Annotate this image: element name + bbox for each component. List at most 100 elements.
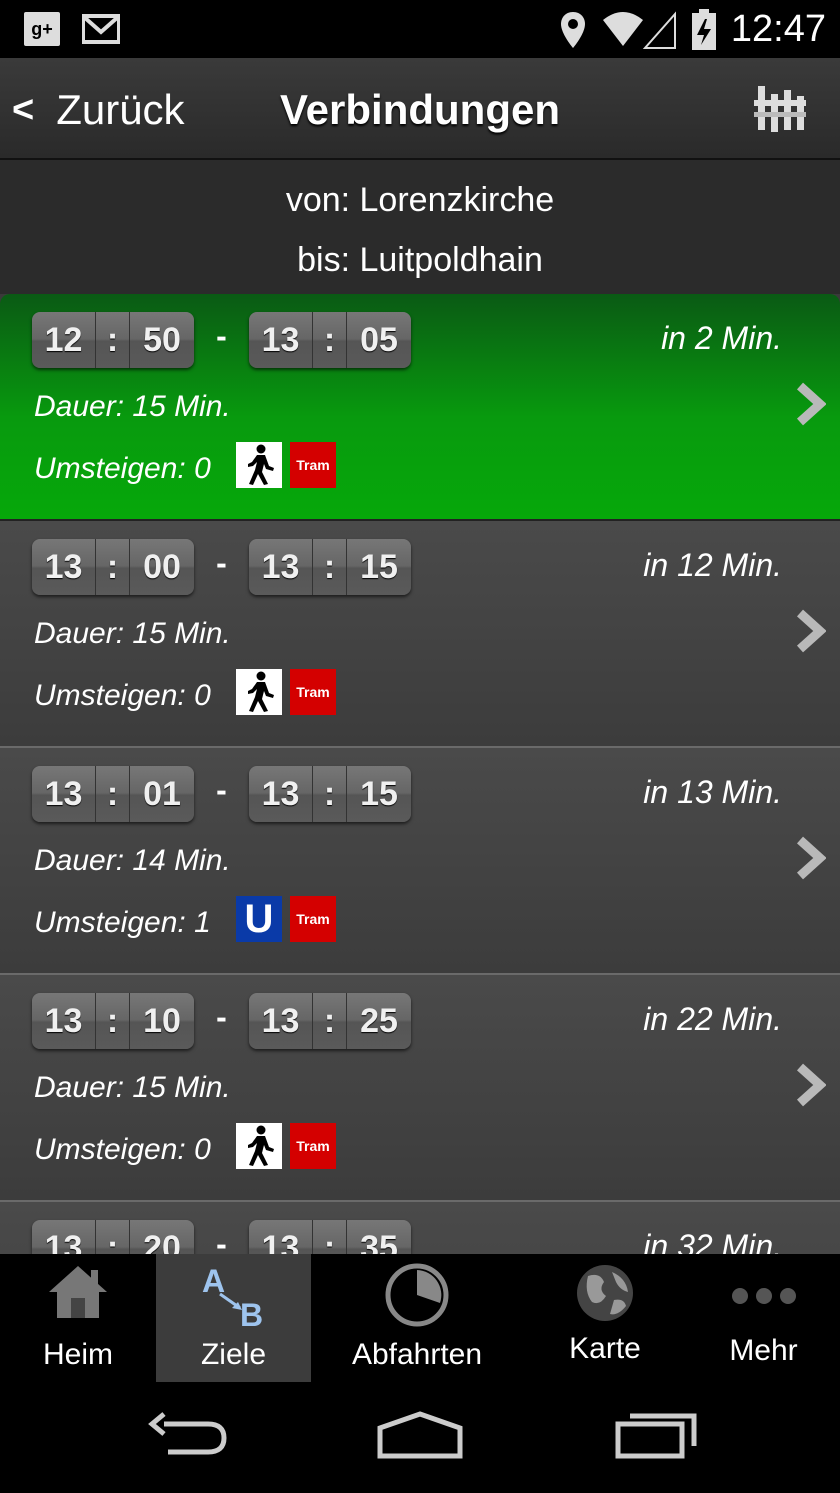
departure-time: 13 : 00 (32, 539, 194, 595)
departure-hour: 12 (32, 312, 96, 368)
time-separator: : (313, 312, 347, 368)
walk-icon (236, 442, 282, 488)
arrival-hour: 13 (249, 993, 313, 1049)
time-dash: - (216, 1225, 227, 1255)
tab-abfahrten[interactable]: Abfahrten (311, 1254, 523, 1382)
route-from: von: Lorenzkirche (285, 181, 555, 219)
time-range: 13 : 00 - 13 : 15 (32, 539, 411, 595)
wifi-signal-icon (602, 10, 676, 49)
tab-mehr[interactable]: Mehr (687, 1254, 840, 1382)
time-dash: - (216, 771, 227, 808)
departure-hour: 13 (32, 1220, 96, 1254)
transport-modes: U Tram (236, 896, 336, 942)
walk-icon (236, 669, 282, 715)
tab-ziele[interactable]: A B Ziele (156, 1254, 311, 1382)
arrival-minute: 35 (360, 1228, 398, 1255)
departure-time: 13 : 10 (32, 993, 194, 1049)
nav-recents-icon[interactable] (614, 1410, 698, 1460)
arrival-time: 13 : 15 (249, 539, 411, 595)
status-time: 12:47 (730, 8, 826, 50)
tab-label: Karte (569, 1332, 641, 1365)
globe-icon (577, 1265, 633, 1321)
route-to: bis: Luitpoldhain (297, 241, 543, 279)
time-separator: : (313, 1220, 347, 1254)
connection-item[interactable]: 13 : 01 - 13 : 15 in 13 Min. Dauer: 14 M… (0, 748, 840, 975)
nav-home-icon[interactable] (376, 1410, 464, 1460)
duration: Dauer: 15 Min. (34, 617, 231, 650)
departure-minute: 00 (143, 547, 181, 586)
time-range: 12 : 50 - 13 : 05 (32, 312, 411, 368)
transfers: Umsteigen: 1 (34, 906, 211, 939)
time-separator: : (313, 766, 347, 822)
arrival-time: 13 : 15 (249, 766, 411, 822)
gmail-icon (82, 14, 120, 44)
time-dash: - (216, 998, 227, 1035)
arrival-minute: 15 (360, 547, 398, 586)
time-range: 13 : 10 - 13 : 25 (32, 993, 411, 1049)
google-plus-icon: g+ (24, 12, 60, 46)
transport-modes: Tram (236, 1123, 336, 1169)
bottom-tab-bar: Heim A B Ziele Abfahrten Karte Mehr (0, 1254, 840, 1382)
arrival-hour: 13 (249, 312, 313, 368)
arrival-hour: 13 (249, 766, 313, 822)
route-info: von: Lorenzkirche bis: Luitpoldhain (0, 160, 840, 294)
transfers: Umsteigen: 0 (34, 1133, 211, 1166)
duration: Dauer: 15 Min. (34, 1071, 231, 1104)
transfers: Umsteigen: 0 (34, 452, 211, 485)
arrival-minute: 15 (360, 774, 398, 813)
filter-settings-icon[interactable] (752, 80, 808, 136)
connection-item[interactable]: 13 : 10 - 13 : 25 in 22 Min. Dauer: 15 M… (0, 975, 840, 1202)
tram-icon: Tram (290, 1123, 336, 1169)
time-separator: : (313, 993, 347, 1049)
duration: Dauer: 15 Min. (34, 390, 231, 423)
chevron-right-icon (796, 382, 826, 426)
time-separator: : (96, 766, 130, 822)
time-dash: - (216, 544, 227, 581)
time-range: 13 : 20 - 13 : 35 (32, 1220, 411, 1254)
b-letter: B (240, 1297, 263, 1330)
tram-icon: Tram (290, 442, 336, 488)
arrival-time: 13 : 25 (249, 993, 411, 1049)
transport-modes: Tram (236, 669, 336, 715)
tram-icon: Tram (290, 669, 336, 715)
departure-time: 13 : 20 (32, 1220, 194, 1254)
connection-list[interactable]: 12 : 50 - 13 : 05 in 2 Min. Dauer: 15 Mi… (0, 294, 840, 1254)
battery-charging-icon (691, 8, 716, 50)
departs-in: in 2 Min. (661, 320, 782, 356)
status-bar: g+ 12:47 (0, 0, 840, 58)
connection-item[interactable]: 13 : 20 - 13 : 35 in 32 Min. (0, 1202, 840, 1254)
page-title: Verbindungen (279, 86, 560, 133)
time-dash: - (216, 317, 227, 354)
time-separator: : (96, 539, 130, 595)
departs-in: in 13 Min. (643, 774, 782, 810)
arrival-hour: 13 (249, 1220, 313, 1254)
departure-minute: 10 (143, 1001, 181, 1040)
time-range: 13 : 01 - 13 : 15 (32, 766, 411, 822)
time-separator: : (96, 312, 130, 368)
departure-time: 12 : 50 (32, 312, 194, 368)
tab-label: Heim (42, 1338, 113, 1371)
time-separator: : (96, 1220, 130, 1254)
departure-hour: 13 (32, 766, 96, 822)
tab-heim[interactable]: Heim (0, 1254, 156, 1382)
time-separator: : (96, 993, 130, 1049)
location-icon (560, 11, 585, 48)
departs-in: in 22 Min. (643, 1001, 782, 1037)
departs-in: in 32 Min. (643, 1228, 782, 1254)
departs-in: in 12 Min. (643, 547, 782, 583)
departure-minute: 01 (143, 774, 181, 813)
app-header: < Zurück Verbindungen (0, 58, 840, 160)
connection-item[interactable]: 13 : 00 - 13 : 15 in 12 Min. Dauer: 15 M… (0, 521, 840, 748)
clock-pie-icon (385, 1263, 449, 1327)
chevron-right-icon (796, 609, 826, 653)
more-dots-icon (731, 1288, 796, 1304)
connection-item[interactable]: 12 : 50 - 13 : 05 in 2 Min. Dauer: 15 Mi… (0, 294, 840, 521)
arrival-time: 13 : 35 (249, 1220, 411, 1254)
tab-karte[interactable]: Karte (523, 1254, 687, 1382)
arrival-hour: 13 (249, 539, 313, 595)
tab-label: Ziele (200, 1338, 267, 1371)
transport-modes: Tram (236, 442, 336, 488)
nav-back-icon[interactable] (146, 1410, 228, 1460)
departure-hour: 13 (32, 539, 96, 595)
departure-time: 13 : 01 (32, 766, 194, 822)
